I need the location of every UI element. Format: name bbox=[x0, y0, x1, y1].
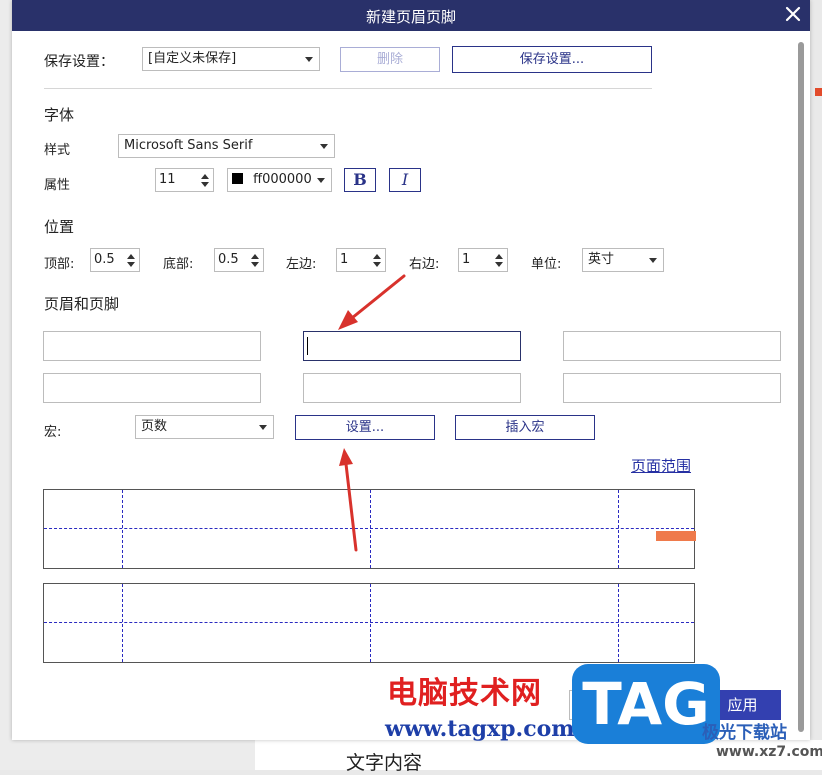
watermark-tag-logo: TAG bbox=[572, 664, 720, 744]
annotation-arrows bbox=[338, 274, 406, 552]
watermark-url: www.tagxp.com bbox=[385, 716, 575, 742]
watermark-right: 极光下载站 bbox=[702, 723, 787, 743]
watermark-cn: 电脑技术网 bbox=[387, 676, 542, 711]
watermark-site: www.xz7.com bbox=[716, 744, 822, 760]
arrow-icon bbox=[338, 274, 406, 330]
arrow-icon bbox=[339, 448, 358, 552]
